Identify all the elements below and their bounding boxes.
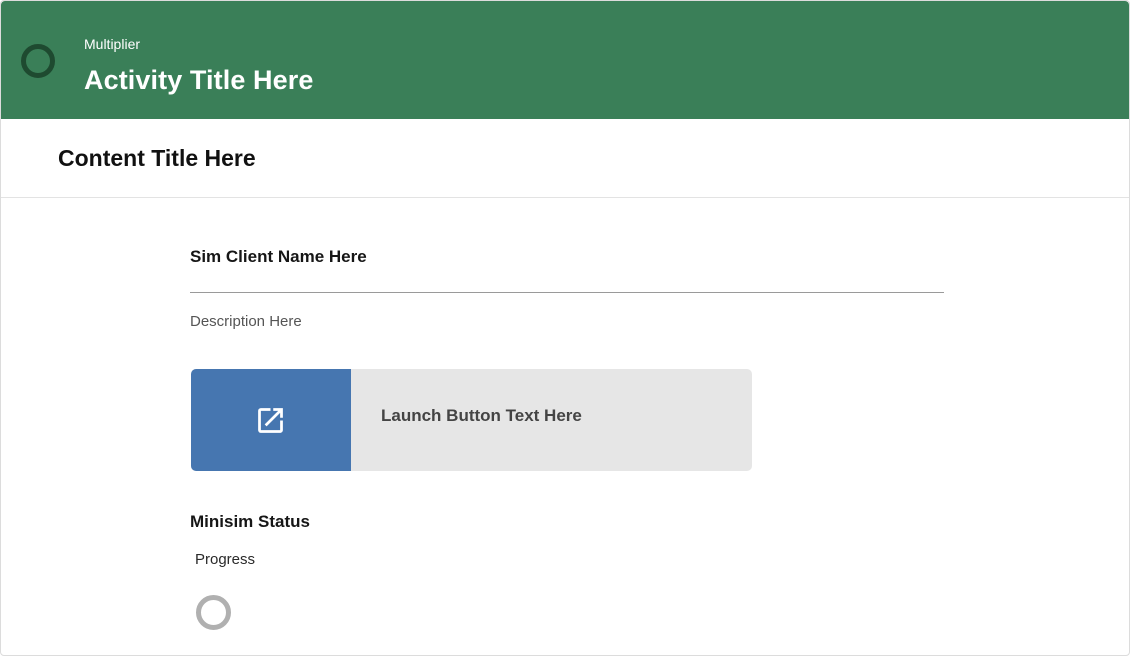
- activity-header: Multiplier Activity Title Here: [1, 1, 1129, 119]
- activity-panel: Multiplier Activity Title Here Content T…: [0, 0, 1130, 656]
- progress-label: Progress: [195, 551, 256, 568]
- minisim-status-heading: Minisim Status: [190, 512, 310, 531]
- external-link-icon: [258, 408, 283, 433]
- divider: [190, 292, 944, 293]
- launch-button[interactable]: Launch Button Text Here: [191, 369, 752, 471]
- content-title: Content Title Here: [58, 145, 256, 171]
- status-ring-icon: [21, 44, 55, 78]
- activity-title: Activity Title Here: [84, 65, 314, 95]
- launch-icon-box: [191, 369, 351, 471]
- sim-client-name: Sim Client Name Here: [190, 247, 367, 266]
- progress-ring-icon: [196, 595, 231, 630]
- content-title-bar: Content Title Here: [1, 119, 1129, 198]
- activity-type-label: Multiplier: [84, 36, 141, 52]
- sim-description: Description Here: [190, 313, 302, 330]
- launch-button-label: Launch Button Text Here: [381, 406, 582, 425]
